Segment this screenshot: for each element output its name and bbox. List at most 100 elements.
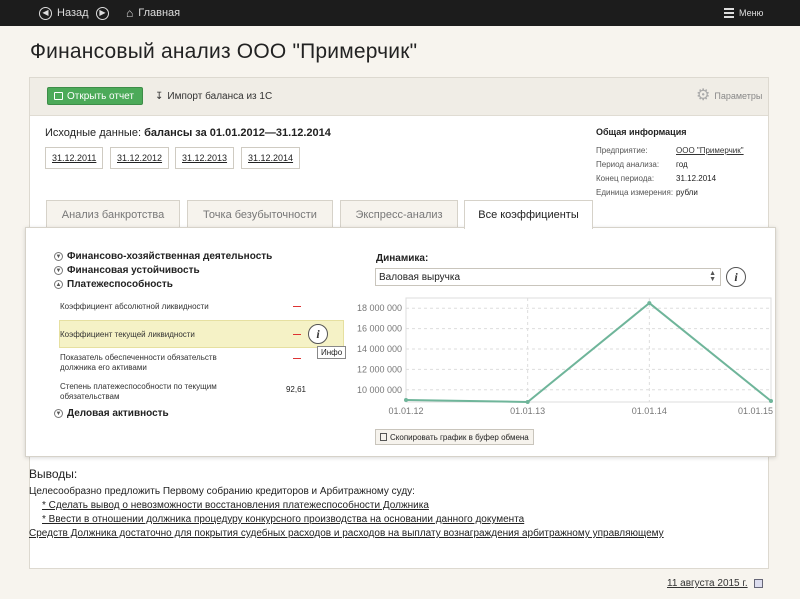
general-info: Общая информация Предприятие: ООО "Приме… [596, 127, 766, 199]
y-tick-label: 14 000 000 [357, 344, 402, 354]
data-point[interactable] [525, 400, 530, 404]
dynamics-select[interactable]: Валовая выручка ▲ ▼ [375, 268, 721, 286]
chart-frame [405, 297, 772, 403]
company-link[interactable]: ООО "Примерчик" [676, 146, 744, 155]
tab-bankruptcy[interactable]: Анализ банкротства [46, 200, 180, 228]
y-tick-label: 16 000 000 [357, 324, 402, 334]
import-icon: ↧ [155, 91, 164, 102]
info-row: Конец периода: 31.12.2014 [596, 171, 766, 185]
copy-chart-label: Скопировать график в буфер обмена [390, 432, 529, 442]
section-financial-activity[interactable]: ▼ Финансово-хозяйственная деятельность [54, 251, 272, 262]
y-tick-label: 12 000 000 [357, 364, 402, 374]
date-button[interactable]: 31.12.2013 [175, 147, 235, 169]
series-line [405, 301, 772, 404]
tab-all-coefficients[interactable]: Все коэффициенты [464, 200, 593, 229]
empty-value-dash [293, 334, 301, 335]
info-value: рубли [676, 187, 698, 197]
empty-value-dash [293, 358, 301, 359]
x-tick-label: 01.01.15 [738, 406, 773, 416]
menu-label: Меню [739, 8, 764, 18]
conclusion-note[interactable]: Средств Должника достаточно для покрытия… [29, 527, 664, 541]
tab-express[interactable]: Экспресс-анализ [340, 200, 458, 228]
data-point[interactable] [647, 301, 652, 306]
info-key: Конец периода: [596, 173, 655, 183]
info-key: Период анализа: [596, 159, 660, 169]
gear-icon: ⚙ [696, 87, 711, 104]
y-tick-label: 18 000 000 [357, 303, 402, 313]
source-value: балансы за 01.01.2012—31.12.2014 [144, 127, 331, 139]
chevron-down-icon: ▼ [54, 266, 63, 275]
conclusion-item[interactable]: * Ввести в отношении должника процедуру … [29, 513, 664, 527]
coef-liabilities-coverage[interactable]: Показатель обеспеченности обязательств д… [60, 353, 250, 373]
coef-current-liquidity[interactable]: Коэффициент текущей ликвидности [60, 330, 310, 340]
select-arrows-icon: ▲ ▼ [709, 270, 716, 283]
info-key: Единица измерения: [596, 187, 674, 197]
section-label: Финансово-хозяйственная деятельность [67, 251, 273, 262]
info-key: Предприятие: [596, 145, 648, 155]
coef-solvency-degree[interactable]: Степень платежеспособности по текущим об… [60, 382, 250, 402]
params-label: Параметры [714, 91, 763, 101]
dynamics-label: Динамика: [376, 253, 429, 264]
dynamics-chart: 10 000 000 12 000 000 14 000 000 16 000 000… [357, 297, 773, 416]
date-button[interactable]: 31.12.2014 [241, 147, 301, 169]
x-tick-label: 01.01.12 [388, 406, 423, 416]
coef-value: 92,61 [285, 385, 306, 394]
top-bar: ◀ Назад ▶ ⌂ Главная Меню [0, 0, 800, 26]
home-icon: ⌂ [126, 6, 134, 20]
info-row: Период анализа: год [596, 157, 766, 171]
toolbar: Открыть отчет ↧ Импорт баланса из 1С ⚙ П… [30, 78, 768, 116]
section-label: Деловая активность [67, 408, 169, 419]
data-point[interactable] [769, 398, 773, 403]
info-value: 31.12.2014 [676, 173, 717, 183]
section-label: Платежеспособность [67, 279, 173, 290]
menu-icon [724, 8, 734, 18]
info-row: Предприятие: ООО "Примерчик" [596, 143, 766, 157]
empty-value-dash [293, 306, 301, 307]
clipboard-icon [380, 433, 387, 441]
general-info-title: Общая информация [596, 127, 687, 137]
y-tick-label: 10 000 000 [357, 385, 402, 395]
dynamics-selected: Валовая выручка [379, 271, 461, 283]
source-data-line: Исходные данные: балансы за 01.01.2012—3… [45, 127, 331, 139]
conclusions: Выводы: Целесообразно предложить Первому… [29, 467, 664, 541]
open-report-button[interactable]: Открыть отчет [47, 87, 143, 105]
import-label: Импорт баланса из 1С [167, 91, 273, 102]
params-button[interactable]: ⚙ Параметры [696, 88, 762, 104]
tab-breakeven[interactable]: Точка безубыточности [187, 200, 333, 228]
info-icon[interactable]: i [726, 267, 746, 287]
back-button[interactable]: ◀ Назад [39, 0, 89, 26]
source-prefix: Исходные данные: [45, 127, 141, 139]
back-label: Назад [57, 7, 89, 19]
home-label: Главная [138, 7, 181, 19]
info-icon[interactable]: i [308, 324, 328, 344]
home-button[interactable]: ⌂ Главная [126, 0, 180, 26]
coef-absolute-liquidity[interactable]: Коэффициент абсолютной ликвидности [60, 302, 310, 312]
import-balance-link[interactable]: ↧ Импорт баланса из 1С [155, 91, 272, 102]
footer-date[interactable]: 11 августа 2015 г. [667, 578, 763, 589]
back-arrow-icon: ◀ [39, 6, 52, 20]
page-title: Финансовый анализ ООО "Примерчик" [30, 40, 418, 63]
conclusions-title: Выводы: [29, 467, 78, 481]
conclusions-intro: Целесообразно предложить Первому собрани… [29, 486, 415, 497]
section-business-activity[interactable]: ▼ Деловая активность [54, 408, 169, 419]
open-report-label: Открыть отчет [67, 90, 134, 102]
footer-date-text: 11 августа 2015 г. [667, 578, 748, 589]
section-solvency[interactable]: ▲ Платежеспособность [54, 279, 173, 290]
data-point[interactable] [404, 397, 408, 402]
chevron-down-icon: ▼ [54, 409, 63, 418]
copy-chart-button[interactable]: Скопировать график в буфер обмена [375, 429, 534, 445]
calendar-icon [753, 579, 763, 588]
conclusion-item[interactable]: * Сделать вывод о невозможности восстано… [29, 499, 664, 513]
forward-arrow-icon: ▶ [96, 6, 109, 20]
x-tick-label: 01.01.14 [632, 406, 667, 416]
chevron-down-icon: ▼ [54, 252, 63, 261]
date-button[interactable]: 31.12.2012 [110, 147, 170, 169]
coefficients-panel: ▼ Финансово-хозяйственная деятельность ▼… [25, 227, 776, 457]
section-label: Финансовая устойчивость [67, 265, 200, 276]
date-button[interactable]: 31.12.2011 [45, 147, 104, 169]
section-financial-stability[interactable]: ▼ Финансовая устойчивость [54, 265, 200, 276]
info-value: год [676, 159, 688, 169]
info-row: Единица измерения: рубли [596, 185, 766, 199]
forward-button[interactable]: ▶ [96, 0, 109, 26]
menu-button[interactable]: Меню [724, 0, 763, 26]
